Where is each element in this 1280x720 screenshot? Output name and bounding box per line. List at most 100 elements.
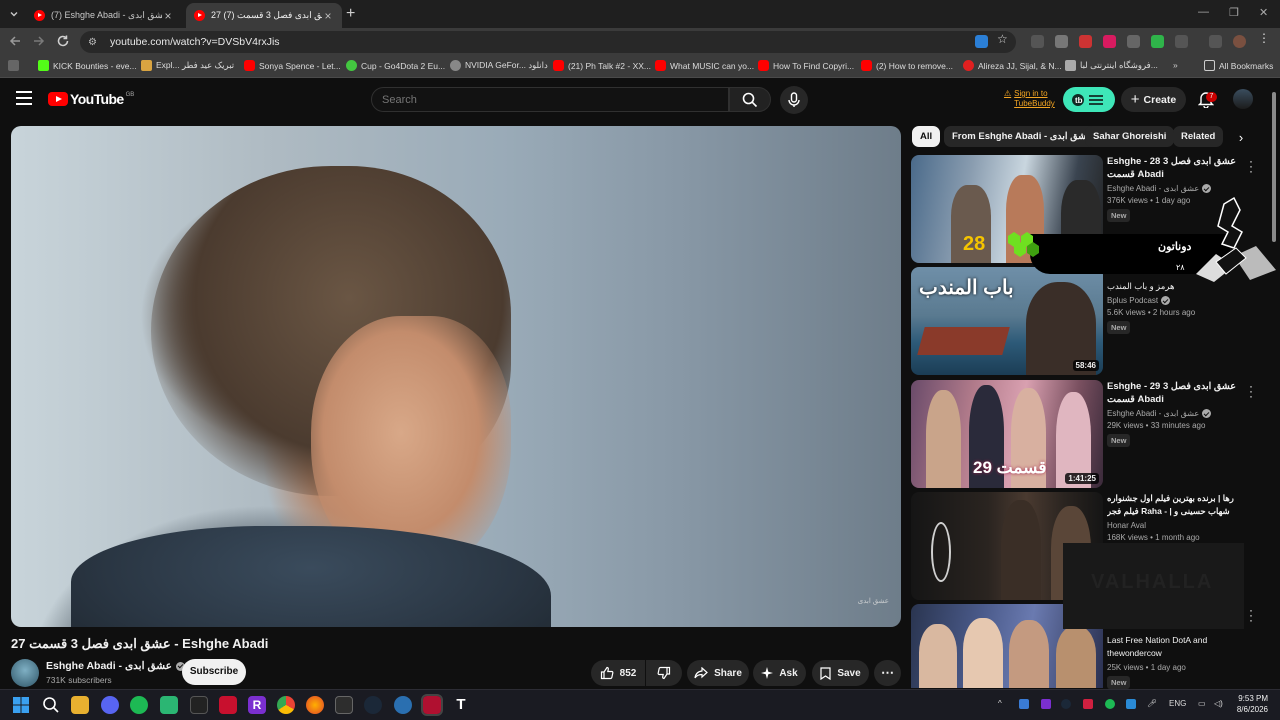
bookmark-eid[interactable]: Expl... تبریک عید فطر — [141, 60, 234, 71]
site-info-icon[interactable]: ⚙ — [88, 37, 102, 48]
video-thumbnail[interactable]: باب المندب 58:46 — [911, 267, 1103, 375]
bookmark-music[interactable]: What MUSIC can yo... — [655, 60, 754, 71]
app-t-icon[interactable]: T — [452, 696, 470, 714]
app-dark-icon[interactable] — [190, 696, 208, 714]
taskbar-clock[interactable]: 9:53 PM 8/6/2026 — [1230, 693, 1268, 715]
bookmark-sonya[interactable]: Sonya Spence - Let... — [244, 60, 341, 71]
language-indicator[interactable]: ENG — [1169, 699, 1186, 708]
tray-steam-icon[interactable] — [1061, 699, 1071, 709]
account-avatar[interactable] — [1233, 89, 1253, 109]
chip-from-channel[interactable]: From Eshghe Abadi - عشق ابدی — [944, 126, 1101, 147]
apps-grid-icon[interactable] — [8, 60, 23, 71]
new-tab-plus-icon[interactable]: + — [346, 5, 362, 23]
browser-tab-episode-27[interactable]: 27 عشق ابدی فصل 3 قسمت (7) × — [186, 3, 342, 28]
chip-sahar-ghoreishi[interactable]: Sahar Ghoreishi — [1085, 126, 1175, 147]
subscribe-button[interactable]: Subscribe — [182, 659, 246, 685]
search-taskbar-icon[interactable] — [42, 696, 60, 714]
profile-avatar-icon[interactable] — [1233, 35, 1246, 48]
bookmark-star-icon[interactable]: ☆ — [997, 32, 1010, 46]
tray-mic-icon[interactable]: 🎤︎ — [1147, 699, 1157, 708]
bookmark-shop[interactable]: فروشگاه اینترنتی لبا... — [1065, 60, 1158, 71]
tray-app-icon[interactable] — [1019, 699, 1029, 709]
bookmark-ph-talk[interactable]: (21) Ph Talk #2 - XX... — [553, 60, 651, 71]
tray-overflow-chevron-icon[interactable]: ^ — [998, 699, 1002, 708]
extensions-puzzle-icon[interactable] — [1175, 35, 1188, 48]
app-r-icon[interactable]: R — [248, 696, 266, 714]
spotify-icon[interactable] — [130, 696, 148, 714]
close-tab-icon[interactable]: × — [162, 9, 174, 23]
restore-window-icon[interactable]: ❐ — [1229, 6, 1239, 19]
bookmark-copyright[interactable]: How To Find Copyri... — [758, 60, 854, 71]
bookmark-nvidia[interactable]: NVIDIA GeFor... دانلود — [450, 60, 548, 71]
recommended-video[interactable]: باب المندب 58:46 هرمز و باب المندب Bplus… — [911, 267, 1266, 375]
save-button[interactable]: Save — [812, 660, 869, 686]
chip-all[interactable]: All — [912, 126, 941, 147]
app-red-icon[interactable] — [219, 696, 237, 714]
tray-r-icon[interactable] — [1041, 699, 1051, 709]
tubebuddy-menu-button[interactable]: tb — [1063, 87, 1115, 112]
chrome-icon[interactable] — [277, 696, 295, 714]
extension-icon[interactable] — [1031, 35, 1044, 48]
address-bar[interactable]: ⚙ youtube.com/watch?v=DVSbV4rxJis — [80, 31, 1016, 53]
file-explorer-icon[interactable] — [71, 696, 89, 714]
app-green-icon[interactable] — [160, 696, 178, 714]
network-icon[interactable]: ▭ — [1198, 699, 1206, 708]
reload-icon[interactable] — [56, 34, 72, 50]
more-bookmarks-chevron-icon[interactable]: » — [1173, 60, 1178, 70]
browser-menu-kebab-icon[interactable]: ⋮ — [1258, 31, 1271, 45]
tray-blue-icon[interactable] — [1126, 699, 1136, 709]
firefox-icon[interactable] — [306, 696, 324, 714]
tubebuddy-signin-link[interactable]: ⚠ Sign in to TubeBuddy — [1004, 89, 1066, 109]
app-active-red-icon[interactable] — [421, 694, 443, 716]
video-menu-kebab-icon[interactable]: · · · — [1249, 380, 1253, 402]
extension-d-icon[interactable] — [1055, 35, 1068, 48]
app-blue-icon[interactable] — [394, 696, 412, 714]
hamburger-menu-icon[interactable] — [16, 91, 32, 109]
bookmark-go4dota[interactable]: Cup - Go4Dota 2 Eu... — [346, 60, 445, 71]
url-text[interactable]: youtube.com/watch?v=DVSbV4rxJis — [110, 36, 280, 48]
discord-icon[interactable] — [101, 696, 119, 714]
extension-pink-icon[interactable] — [1103, 35, 1116, 48]
bookmark-alireza[interactable]: Alireza JJ, Sijal, & N... — [963, 60, 1062, 71]
windows-start-icon[interactable] — [12, 696, 30, 714]
forward-arrow-icon[interactable] — [32, 34, 48, 50]
tab-search-chevron-icon[interactable] — [4, 4, 24, 24]
share-button[interactable]: Share — [687, 660, 749, 686]
more-actions-icon[interactable]: ⋯ — [874, 660, 901, 686]
translate-extension-icon[interactable] — [975, 35, 988, 48]
chevron-right-icon[interactable]: › — [1232, 128, 1250, 146]
video-menu-kebab-icon[interactable]: · · · — [1249, 604, 1253, 626]
channel-name[interactable]: Eshghe Abadi - عشق ابدی — [46, 660, 185, 672]
video-player[interactable]: عشق ابدی — [11, 126, 901, 627]
ask-button[interactable]: Ask — [753, 660, 806, 686]
search-input[interactable] — [371, 87, 729, 112]
back-arrow-icon[interactable] — [8, 34, 24, 50]
close-tab-icon[interactable]: × — [322, 9, 334, 23]
browser-tab-eshghe-abadi-channel[interactable]: (7) Eshghe Abadi - عشق ابدی - Y × — [26, 3, 182, 28]
chip-related[interactable]: Related — [1173, 126, 1224, 147]
search-icon[interactable] — [729, 87, 771, 112]
page-scrollbar-thumb[interactable] — [1272, 92, 1276, 242]
minimize-window-icon[interactable]: — — [1198, 6, 1209, 18]
extension-red-icon[interactable] — [1079, 35, 1092, 48]
all-bookmarks-folder[interactable]: All Bookmarks — [1204, 60, 1273, 71]
microphone-icon[interactable] — [780, 86, 808, 114]
create-button[interactable]: + Create — [1121, 87, 1186, 112]
terminal-icon[interactable] — [335, 696, 353, 714]
tray-spotify-icon[interactable] — [1105, 699, 1115, 709]
bookmark-remove[interactable]: (2) How to remove... — [861, 60, 953, 71]
steam-icon[interactable] — [364, 696, 382, 714]
dislike-button[interactable] — [646, 660, 682, 686]
extension-shield-icon[interactable] — [1151, 35, 1164, 48]
reading-list-icon[interactable] — [1209, 35, 1222, 48]
like-button[interactable]: 852 — [591, 660, 645, 686]
close-window-icon[interactable]: ✕ — [1259, 6, 1268, 19]
extension-filter-icon[interactable] — [1127, 35, 1140, 48]
channel-avatar[interactable] — [11, 659, 39, 687]
video-menu-kebab-icon[interactable]: · · · — [1249, 155, 1253, 177]
video-thumbnail[interactable]: قسمت 29 1:41:25 — [911, 380, 1103, 488]
bookmark-kick[interactable]: KICK Bounties - eve... — [38, 60, 137, 71]
youtube-logo[interactable]: YouTube GB — [48, 91, 134, 107]
volume-icon[interactable]: ◁) — [1214, 699, 1223, 708]
tray-red-icon[interactable] — [1083, 699, 1093, 709]
